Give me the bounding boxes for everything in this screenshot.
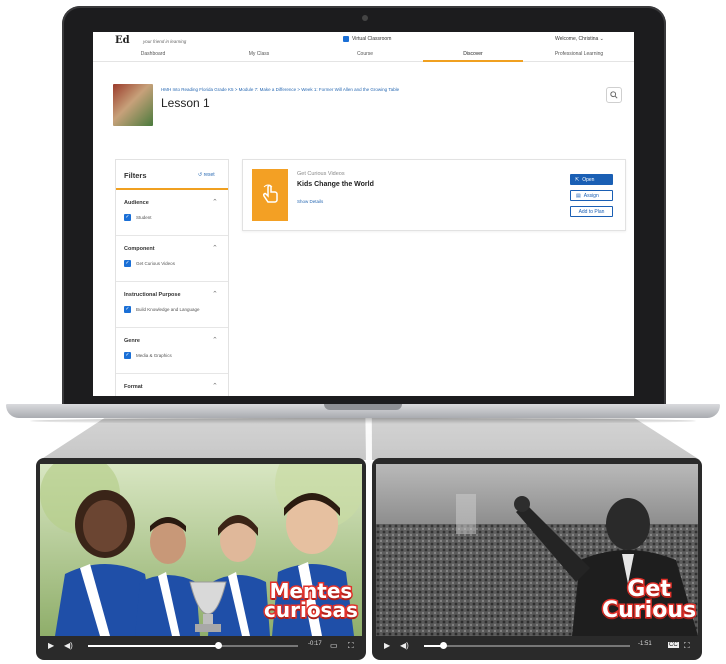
- video-camera-icon: [343, 36, 349, 42]
- user-menu[interactable]: Welcome, Christina ⌄: [555, 36, 604, 42]
- filters-title: Filters: [124, 171, 147, 180]
- filter-section-title: Instructional Purpose: [124, 292, 181, 298]
- progress-track[interactable]: [424, 645, 630, 647]
- video-controls: ▶ ◀) -1:51 CC ⛶: [376, 636, 698, 656]
- search-button[interactable]: [606, 87, 622, 103]
- chevron-up-icon[interactable]: ⌃: [212, 290, 218, 298]
- filters-header: Filters ↺ reset: [116, 160, 228, 190]
- checkbox-checked[interactable]: ✓: [124, 214, 131, 221]
- play-icon[interactable]: ▶: [384, 641, 390, 650]
- mentes-curiosas-logo: Mentes curiosas: [263, 579, 360, 622]
- chevron-up-icon[interactable]: ⌃: [212, 244, 218, 252]
- progress-knob[interactable]: [439, 642, 447, 649]
- play-icon[interactable]: ▶: [48, 641, 54, 650]
- captions-icon[interactable]: ▭: [330, 641, 338, 650]
- checkbox-checked[interactable]: ✓: [124, 352, 131, 359]
- filter-section-format[interactable]: Format ⌃: [116, 374, 228, 396]
- tab-dashboard[interactable]: Dashboard: [103, 51, 203, 57]
- tab-my-class[interactable]: My Class: [209, 51, 309, 57]
- progress-knob[interactable]: [215, 642, 223, 649]
- assign-label: Assign: [583, 192, 599, 199]
- tab-course[interactable]: Course: [315, 51, 415, 57]
- chevron-up-icon[interactable]: ⌃: [212, 198, 218, 206]
- laptop-base: [6, 404, 720, 418]
- camera-dot: [362, 15, 368, 21]
- laptop-notch: [324, 404, 402, 410]
- virtual-classroom-link[interactable]: Virtual Classroom: [343, 36, 391, 42]
- filter-section-audience[interactable]: Audience ⌃ ✓ Student: [116, 190, 228, 236]
- breadcrumb[interactable]: HMH Into Reading Florida Grade K5 > Modu…: [161, 87, 399, 92]
- fullscreen-icon[interactable]: ⛶: [684, 641, 690, 651]
- pointer-hand-icon: [252, 169, 288, 221]
- tab-professional-learning[interactable]: Professional Learning: [529, 51, 629, 57]
- chevron-up-icon[interactable]: ⌃: [212, 382, 218, 390]
- virtual-classroom-label: Virtual Classroom: [352, 36, 392, 42]
- show-details-link[interactable]: Show Details: [297, 199, 323, 204]
- checkbox-checked[interactable]: ✓: [124, 306, 131, 313]
- clipboard-icon: ▤: [576, 192, 581, 199]
- filter-section-instructional-purpose[interactable]: Instructional Purpose ⌃ ✓ Build Knowledg…: [116, 282, 228, 328]
- reset-filters-button[interactable]: ↺ reset: [198, 172, 215, 178]
- get-curious-logo: Get Curious: [600, 577, 697, 623]
- marketing-composite: Ed your friend in learning Virtual Class…: [0, 0, 726, 664]
- filter-section-title: Format: [124, 384, 143, 390]
- filter-option-label: Get Curious Videos: [136, 261, 175, 266]
- time-remaining: -1:51: [638, 641, 652, 647]
- video-controls: ▶ ◀) -0:17 ▭ ⛶: [40, 636, 362, 656]
- external-link-icon: ⇱: [575, 176, 580, 183]
- active-tab-indicator: [423, 60, 523, 62]
- resource-type: Get Curious Videos: [297, 171, 345, 177]
- filter-section-title: Audience: [124, 200, 149, 206]
- page-title: Lesson 1: [161, 96, 210, 110]
- filter-section-title: Genre: [124, 338, 140, 344]
- video-player-english[interactable]: Get Curious ▶ ◀) -1:51 CC ⛶: [372, 458, 702, 660]
- lesson-thumbnail: [113, 84, 153, 126]
- filters-panel: Filters ↺ reset Audience ⌃ ✓ Student Com…: [115, 159, 229, 396]
- tab-discover[interactable]: Discover: [423, 51, 523, 57]
- laptop-shadow: [30, 418, 696, 424]
- fullscreen-icon[interactable]: ⛶: [348, 641, 354, 651]
- search-icon: [610, 91, 618, 99]
- video-frame[interactable]: Mentes curiosas: [40, 464, 362, 636]
- checkbox-checked[interactable]: ✓: [124, 260, 131, 267]
- open-button[interactable]: ⇱ Open: [570, 174, 613, 185]
- filter-option-label: Build Knowledge and Language: [136, 307, 200, 312]
- video-frame[interactable]: Get Curious: [376, 464, 698, 636]
- chevron-up-icon[interactable]: ⌃: [212, 336, 218, 344]
- filter-section-component[interactable]: Component ⌃ ✓ Get Curious Videos: [116, 236, 228, 282]
- filter-option-label: Media & Graphics: [136, 353, 172, 358]
- resource-card[interactable]: Get Curious Videos Kids Change the World…: [242, 159, 626, 231]
- top-bar: Ed your friend in learning Virtual Class…: [93, 32, 634, 48]
- time-remaining: -0:17: [308, 641, 322, 647]
- filter-option-label: Student: [136, 215, 152, 220]
- video-player-spanish[interactable]: Mentes curiosas ▶ ◀) -0:17 ▭ ⛶: [36, 458, 366, 660]
- laptop-screen: Ed your friend in learning Virtual Class…: [93, 32, 634, 396]
- volume-icon[interactable]: ◀): [400, 641, 409, 650]
- logo-tagline: your friend in learning: [143, 39, 187, 44]
- captions-icon[interactable]: CC: [668, 642, 679, 648]
- progress-fill: [88, 645, 219, 647]
- resource-title: Kids Change the World: [297, 181, 374, 188]
- open-label: Open: [582, 176, 595, 183]
- add-to-plan-button[interactable]: Add to Plan: [570, 206, 613, 217]
- main-nav: Dashboard My Class Course Discover Profe…: [93, 48, 634, 62]
- ed-logo[interactable]: Ed: [115, 35, 130, 46]
- filter-section-title: Component: [124, 246, 155, 252]
- assign-button[interactable]: ▤ Assign: [570, 190, 613, 201]
- filter-section-genre[interactable]: Genre ⌃ ✓ Media & Graphics: [116, 328, 228, 374]
- volume-icon[interactable]: ◀): [64, 641, 73, 650]
